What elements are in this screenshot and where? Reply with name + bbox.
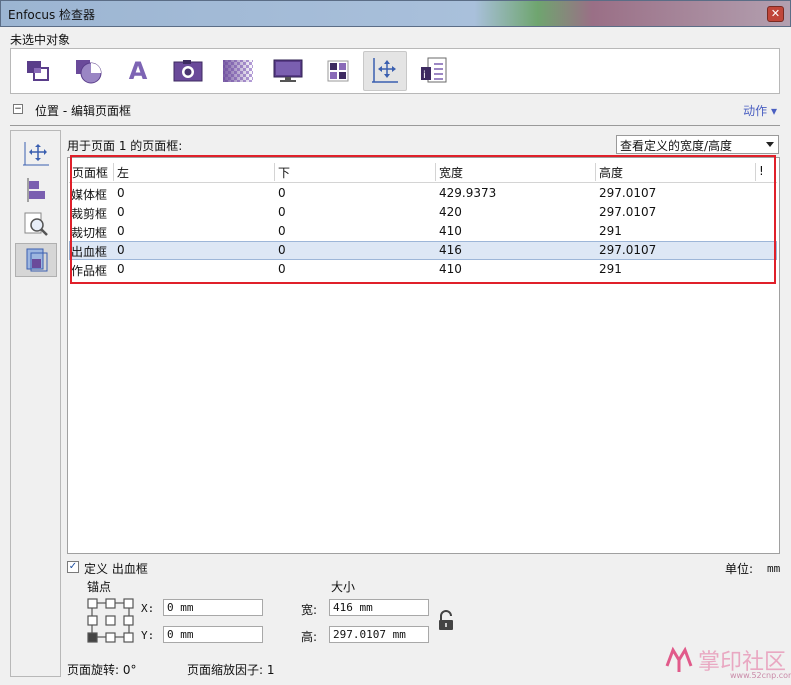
y-label: Y: [141, 629, 155, 642]
y-input[interactable]: 0 mm [163, 626, 263, 643]
page-label: 用于页面 1 的页面框: [67, 139, 183, 153]
table-row[interactable]: 裁切框 0 0 410 291 [69, 222, 777, 241]
selection-status: 未选中对象 [10, 33, 71, 47]
watermark-logo: 掌印社区 www.52cnp.com [660, 640, 791, 682]
column-header[interactable]: 页面框 [72, 164, 108, 181]
table-row[interactable]: 媒体框 0 0 429.9373 297.0107 [69, 184, 777, 203]
pagebox-table: 页面框 左 下 宽度 高度 ! 媒体框 0 0 429.9373 297.010… [67, 157, 780, 554]
text-icon[interactable]: A [119, 53, 157, 89]
table-row-selected[interactable]: 出血框 0 0 416 297.0107 [69, 241, 777, 260]
anchor-grid[interactable] [87, 598, 135, 644]
pagebox-icon[interactable] [15, 243, 57, 277]
move-icon[interactable] [15, 137, 57, 171]
chevron-down-icon [766, 142, 774, 147]
width-input[interactable]: 416 mm [329, 599, 429, 616]
size-label: 大小 [331, 580, 356, 594]
image-icon[interactable] [169, 53, 207, 89]
section-title: 位置 - 编辑页面框 [35, 104, 131, 118]
swatch-icon[interactable] [319, 53, 357, 89]
close-icon[interactable]: ✕ [767, 6, 784, 22]
define-checkbox[interactable]: ✓ [67, 561, 79, 573]
document-icon[interactable]: i [415, 53, 453, 89]
column-header[interactable]: 高度 [599, 164, 623, 181]
window-title: Enfocus 检查器 [8, 8, 96, 22]
overlap-icon[interactable] [19, 53, 57, 89]
monitor-icon[interactable] [269, 53, 307, 89]
page-rotation: 页面旋转: 0° [67, 663, 137, 677]
transparency-icon[interactable] [219, 53, 257, 89]
divider [10, 125, 780, 126]
unit-label: 单位: [725, 562, 754, 576]
column-header[interactable]: 下 [278, 164, 290, 181]
collapse-toggle[interactable]: − [13, 104, 23, 114]
column-header[interactable]: 宽度 [439, 164, 463, 181]
table-row[interactable]: 裁剪框 0 0 420 297.0107 [69, 203, 777, 222]
column-header[interactable]: ! [759, 164, 764, 178]
width-label: 宽: [301, 603, 318, 617]
view-select[interactable]: 查看定义的宽度/高度 [616, 135, 779, 154]
inspector-toolbar: A i [10, 48, 780, 94]
table-header: 页面框 左 下 宽度 高度 ! [69, 161, 777, 183]
title-bar: Enfocus 检查器 ✕ [0, 0, 791, 27]
page-scale: 页面缩放因子: 1 [187, 663, 275, 677]
table-row[interactable]: 作品框 0 0 410 291 [69, 260, 777, 279]
column-header[interactable]: 左 [117, 164, 129, 181]
anchor-label: 锚点 [87, 580, 112, 594]
x-input[interactable]: 0 mm [163, 599, 263, 616]
x-label: X: [141, 602, 155, 615]
height-label: 高: [301, 630, 318, 644]
section-header: − 位置 - 编辑页面框 动作 ▾ [10, 101, 780, 123]
svg-text:i: i [423, 70, 426, 81]
shape-icon[interactable] [69, 53, 107, 89]
define-label: 定义 出血框 [84, 562, 148, 576]
position-icon[interactable] [363, 51, 407, 91]
action-menu[interactable]: 动作 ▾ [743, 102, 777, 119]
magnify-icon[interactable] [15, 207, 57, 241]
side-tab-panel [10, 130, 61, 677]
height-input[interactable]: 297.0107 mm [329, 626, 429, 643]
unlock-icon[interactable] [437, 610, 455, 632]
view-select-value: 查看定义的宽度/高度 [620, 139, 733, 153]
align-icon[interactable] [15, 173, 57, 207]
unit-value[interactable]: mm [767, 562, 780, 575]
